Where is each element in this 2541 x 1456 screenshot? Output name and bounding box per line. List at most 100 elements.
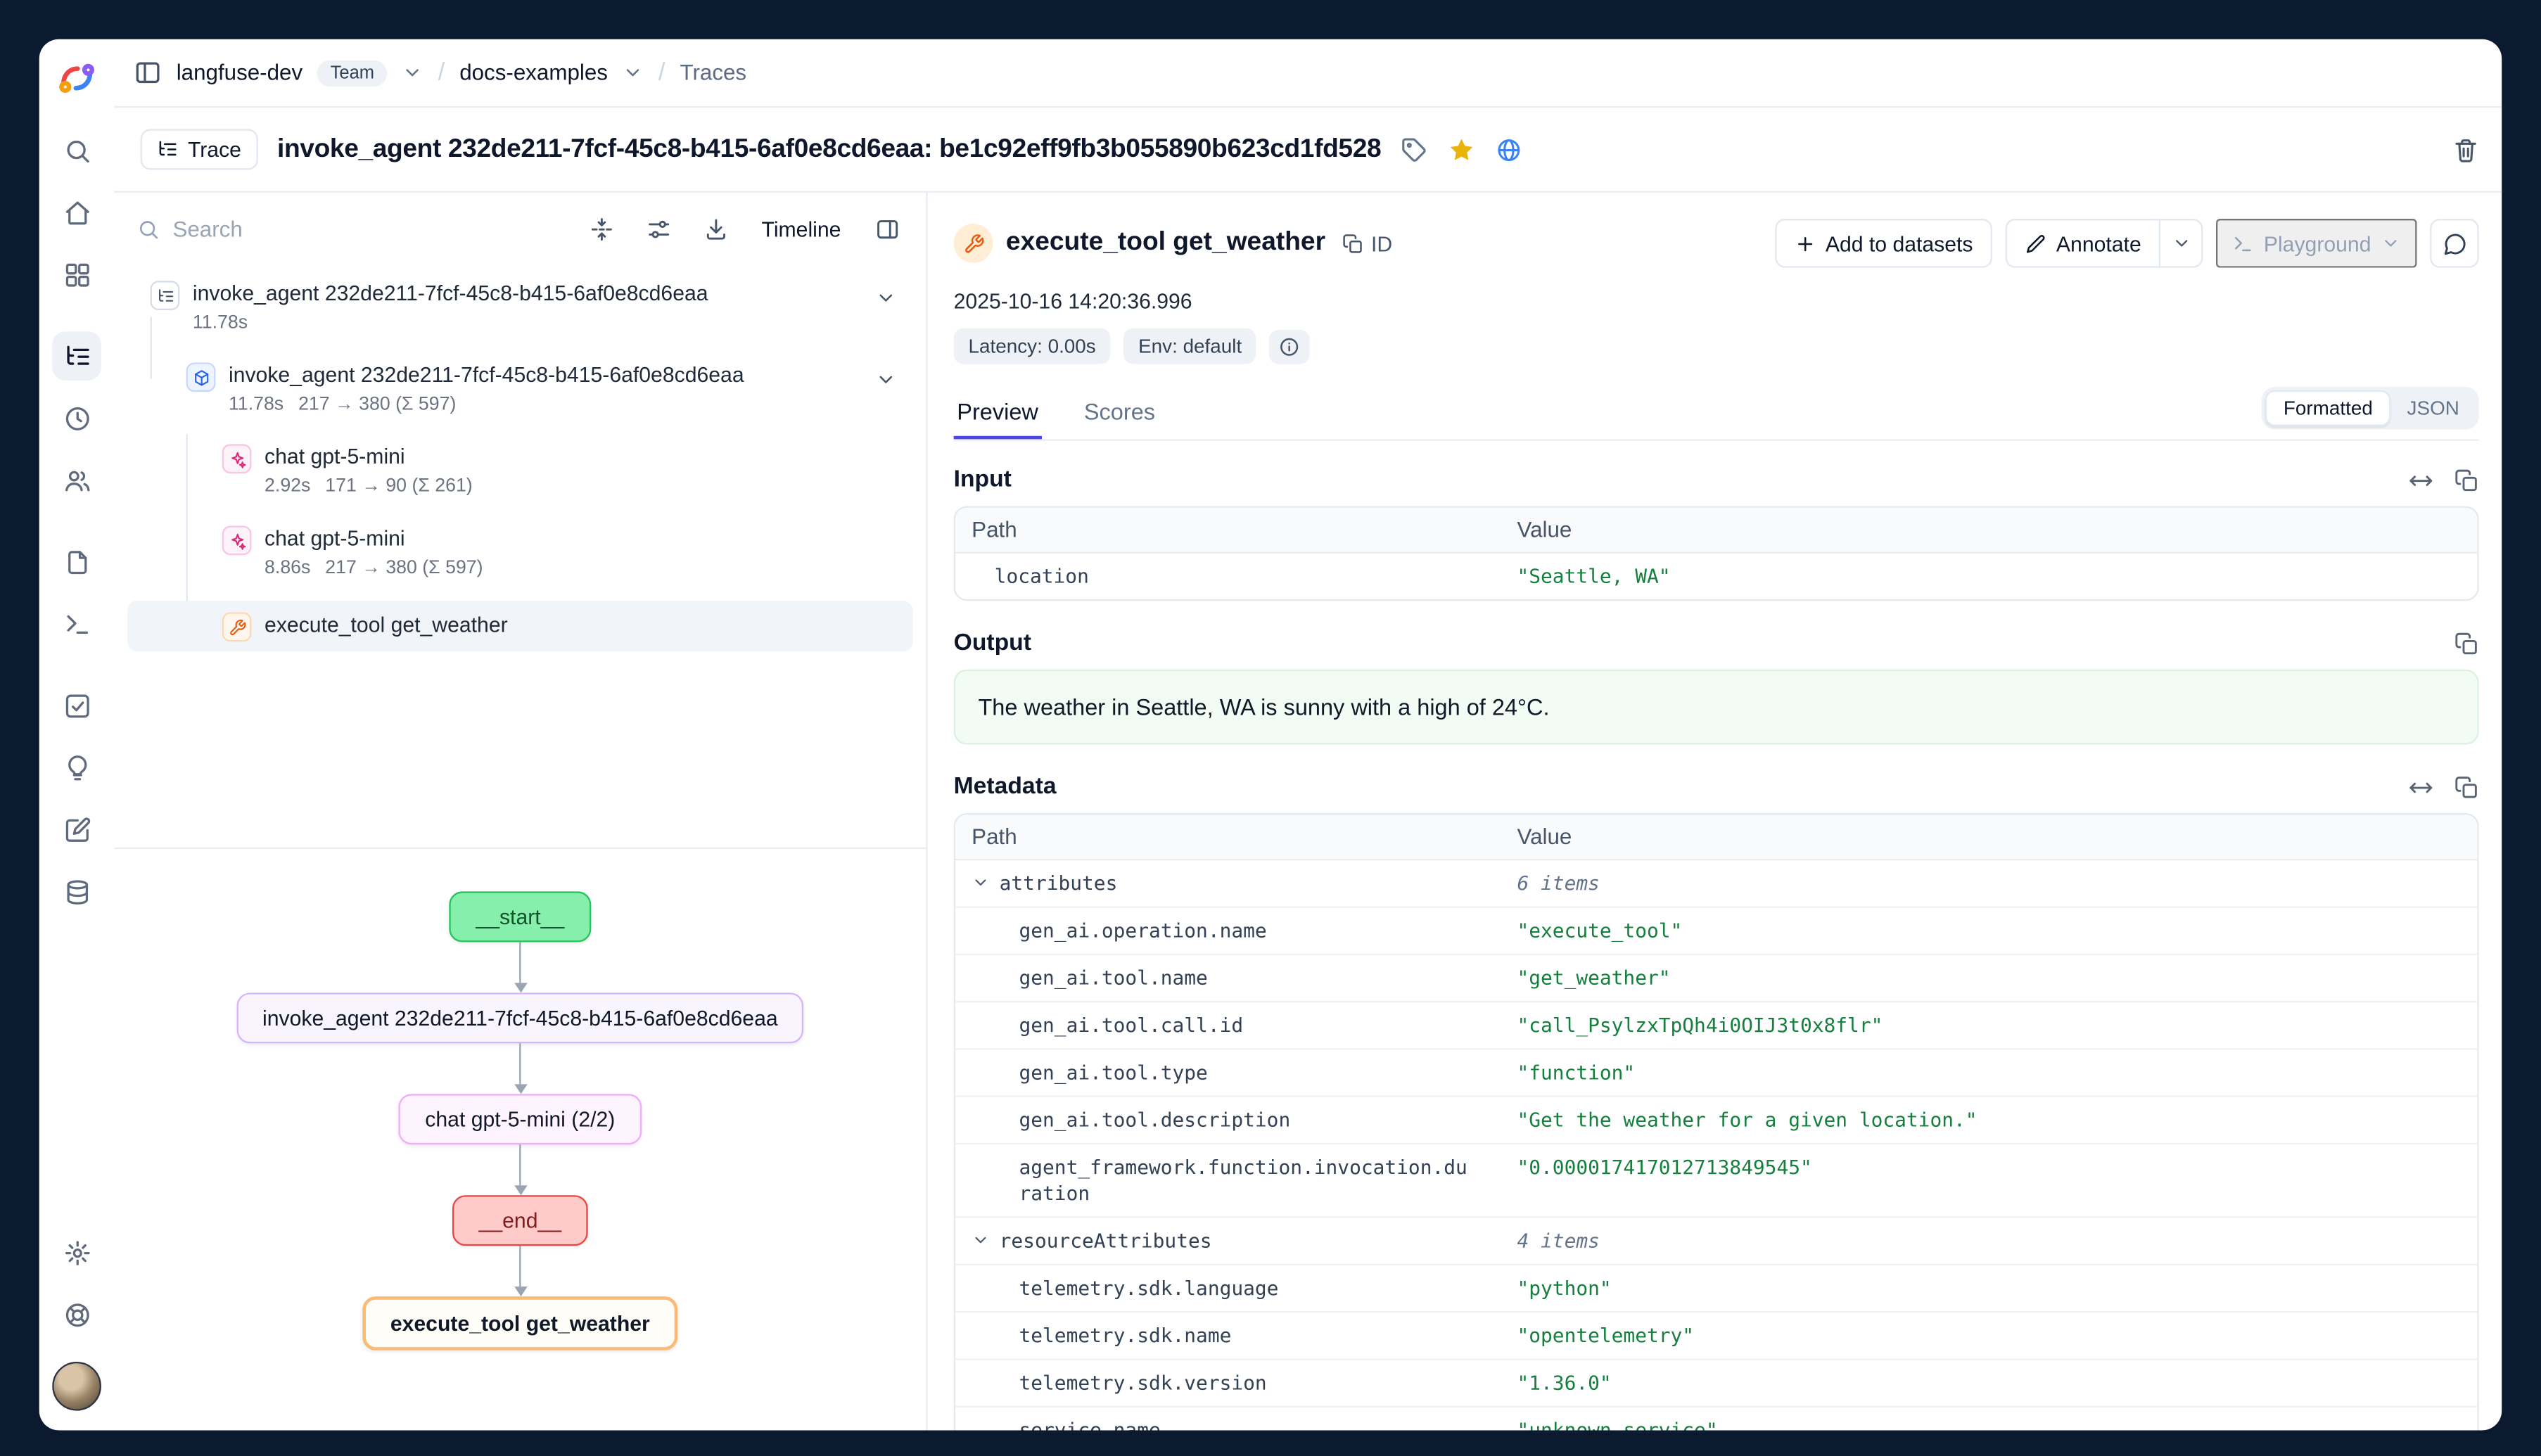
playground-button[interactable]: Playground (2217, 219, 2417, 268)
collapse-chevron-icon[interactable] (875, 288, 896, 309)
project-switcher-chevron-icon[interactable] (623, 62, 644, 83)
public-globe-icon[interactable] (1496, 136, 1522, 162)
tree-row-trace-root[interactable]: invoke_agent 232de211-7fcf-45c8-b415-6af… (127, 274, 913, 350)
detail-scroll-area[interactable]: Input Path Value (954, 467, 2479, 1431)
input-heading: Input (954, 467, 1012, 493)
collapse-chevron-icon[interactable] (875, 369, 896, 390)
tree-row-duration: 11.78s (229, 395, 284, 415)
annotate-dropdown-button[interactable] (2161, 219, 2203, 268)
copy-icon[interactable] (2454, 774, 2479, 799)
org-name[interactable]: langfuse-dev (177, 60, 302, 85)
copy-icon[interactable] (2454, 468, 2479, 492)
bookmark-star-icon[interactable] (1446, 135, 1476, 165)
breadcrumb-page[interactable]: Traces (680, 60, 746, 85)
output-section: Output The weather in Seattle, WA is sun… (954, 630, 2479, 744)
agent-span-icon (186, 362, 216, 392)
collapse-all-icon[interactable] (582, 209, 621, 248)
graph-node-end[interactable]: __end__ (452, 1195, 587, 1246)
playground-icon[interactable] (52, 599, 101, 649)
tag-icon[interactable] (1401, 136, 1427, 162)
dashboard-icon[interactable] (52, 250, 101, 299)
langfuse-logo (52, 54, 101, 103)
graph-node-chat[interactable]: chat gpt-5-mini (2/2) (399, 1094, 641, 1144)
copy-icon[interactable] (2454, 631, 2479, 656)
annotations-icon[interactable] (52, 805, 101, 854)
copy-id-button[interactable]: ID (1342, 231, 1392, 255)
search-icon[interactable] (52, 126, 101, 175)
tree-row-generation-2[interactable]: chat gpt-5-mini 8.86s 217 → 380 (Σ 597) (127, 519, 913, 594)
expand-icon[interactable] (2409, 774, 2433, 799)
tree-row-duration: 2.92s (265, 477, 310, 497)
collapse-panel-icon[interactable] (867, 209, 907, 248)
sidebar-rail (39, 39, 115, 1431)
users-icon[interactable] (52, 456, 101, 505)
org-switcher-chevron-icon[interactable] (402, 62, 424, 83)
tree-row-label: chat gpt-5-mini (265, 524, 483, 554)
settings-icon[interactable] (52, 1228, 101, 1277)
column-header-value: Value (1517, 815, 2477, 859)
metadata-key: gen_ai.tool.call.id (955, 1002, 1517, 1048)
breadcrumb-separator: / (438, 59, 445, 87)
tree-row-tokens: 217 → 380 (Σ 597) (298, 395, 456, 415)
tree-row-tokens: 217 → 380 (Σ 597) (325, 558, 483, 578)
table-row-group[interactable]: attributes 6 items (955, 860, 2477, 906)
tree-row-tool-selected[interactable]: execute_tool get_weather (127, 601, 913, 651)
expand-icon[interactable] (2409, 468, 2433, 492)
graph-edge (514, 1144, 527, 1195)
download-icon[interactable] (696, 209, 736, 248)
add-to-datasets-button[interactable]: Add to datasets (1775, 219, 1993, 268)
breadcrumb: langfuse-dev Team / docs-examples / Trac… (114, 39, 2502, 108)
home-icon[interactable] (52, 188, 101, 237)
terminal-icon (2233, 233, 2254, 254)
graph-edge (514, 1043, 527, 1094)
graph-node-tool-selected[interactable]: execute_tool get_weather (362, 1296, 677, 1350)
datasets-icon[interactable] (52, 867, 101, 917)
tree-toolbar: Timeline (114, 193, 926, 264)
tree-search[interactable] (137, 217, 564, 241)
trace-icon (151, 281, 180, 310)
metadata-value: "python" (1517, 1265, 2477, 1311)
tree-settings-icon[interactable] (639, 209, 678, 248)
prompts-icon[interactable] (52, 537, 101, 587)
table-row: gen_ai.tool.name "get_weather" (955, 954, 2477, 1001)
input-value: "Seattle, WA" (1517, 554, 2477, 599)
insights-icon[interactable] (52, 743, 101, 792)
tab-scores[interactable]: Scores (1081, 398, 1158, 439)
timeline-toggle[interactable]: Timeline (753, 212, 849, 246)
traces-icon[interactable] (52, 331, 101, 381)
trace-type-badge: Trace (141, 129, 258, 170)
list-tree-icon (157, 139, 178, 160)
metadata-value: "execute_tool" (1517, 908, 2477, 954)
message-icon (2443, 231, 2467, 255)
project-name[interactable]: docs-examples (459, 60, 608, 85)
metadata-key: gen_ai.operation.name (955, 908, 1517, 954)
tree-row-duration: 8.86s (265, 558, 310, 578)
annotate-button[interactable]: Annotate (2006, 219, 2161, 268)
tab-preview[interactable]: Preview (954, 398, 1042, 439)
graph-node-agent[interactable]: invoke_agent 232de211-7fcf-45c8-b415-6af… (236, 992, 804, 1043)
search-input[interactable] (172, 217, 563, 241)
comments-button[interactable] (2430, 219, 2479, 268)
metadata-key: agent_framework.function.invocation.dura… (955, 1144, 1517, 1216)
app-window: langfuse-dev Team / docs-examples / Trac… (39, 39, 2502, 1431)
graph-edge (514, 942, 527, 992)
evaluations-icon[interactable] (52, 681, 101, 730)
observation-detail-panel: execute_tool get_weather ID Add to datas… (927, 193, 2502, 1431)
format-json[interactable]: JSON (2390, 390, 2476, 426)
table-row-group[interactable]: resourceAttributes 4 items (955, 1216, 2477, 1263)
input-table: Path Value location "Seattle, WA" (954, 506, 2479, 601)
support-icon[interactable] (52, 1290, 101, 1339)
user-avatar[interactable] (52, 1362, 101, 1411)
chevron-down-icon[interactable] (972, 1231, 990, 1249)
tree-row-generation-1[interactable]: chat gpt-5-mini 2.92s 171 → 90 (Σ 261) (127, 438, 913, 513)
tree-row-agent-span[interactable]: invoke_agent 232de211-7fcf-45c8-b415-6af… (127, 356, 913, 431)
sessions-icon[interactable] (52, 393, 101, 442)
input-section: Input Path Value (954, 467, 2479, 601)
sidebar-toggle-icon[interactable] (134, 59, 161, 87)
delete-trace-icon[interactable] (2453, 136, 2479, 162)
table-row: gen_ai.operation.name "execute_tool" (955, 906, 2477, 953)
graph-node-start[interactable]: __start__ (450, 891, 590, 942)
info-badge[interactable] (1270, 329, 1311, 364)
chevron-down-icon[interactable] (972, 874, 990, 892)
format-formatted[interactable]: Formatted (2265, 390, 2390, 426)
